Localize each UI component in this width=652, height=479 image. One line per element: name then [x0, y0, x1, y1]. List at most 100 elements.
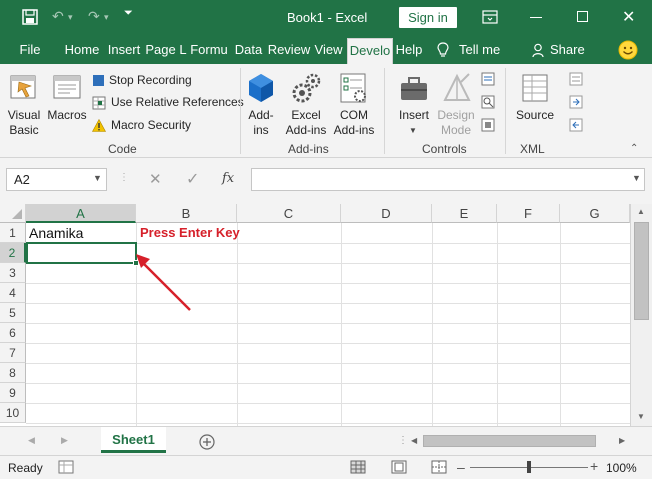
insert-function-icon[interactable]: fx — [222, 171, 234, 186]
source-button[interactable]: Source — [511, 70, 559, 132]
zoom-in-icon[interactable]: + — [590, 458, 598, 474]
sign-in-button[interactable]: Sign in — [399, 7, 457, 28]
scroll-sheet-left-icon[interactable]: ◀ — [28, 435, 35, 446]
row-header-1[interactable]: 1 — [0, 223, 26, 243]
macro-security-button[interactable]: Macro Security — [92, 118, 240, 134]
view-code-icon[interactable] — [481, 95, 495, 109]
map-properties-icon[interactable] — [569, 72, 583, 86]
zoom-slider-thumb[interactable] — [527, 461, 531, 473]
redo-dropdown-icon[interactable]: ▾ — [104, 12, 109, 23]
expand-formula-bar-icon[interactable]: ▼ — [632, 173, 641, 183]
column-header-e[interactable]: E — [432, 204, 497, 223]
undo-dropdown-icon[interactable]: ▾ — [68, 12, 73, 23]
warning-icon — [92, 119, 106, 132]
row-header-6[interactable]: 6 — [0, 323, 26, 343]
row-header-5[interactable]: 5 — [0, 303, 26, 323]
sheet-tab-sheet1[interactable]: Sheet1 — [101, 427, 166, 453]
group-separator — [384, 68, 385, 154]
vertical-scroll-thumb[interactable] — [634, 222, 649, 320]
scroll-right-icon[interactable]: ▶ — [619, 436, 625, 445]
minimize-icon[interactable] — [530, 17, 542, 18]
toolbox-icon — [401, 77, 427, 100]
tab-view[interactable]: View — [312, 36, 345, 64]
scroll-left-icon[interactable]: ◀ — [411, 436, 417, 445]
new-sheet-icon[interactable] — [199, 434, 215, 450]
row-header-2[interactable]: 2 — [0, 243, 26, 263]
formula-bar-grip-icon: ⋮ — [119, 172, 129, 183]
column-header-f[interactable]: F — [497, 204, 560, 223]
tab-insert[interactable]: Insert — [105, 36, 143, 64]
run-dialog-icon[interactable] — [481, 118, 495, 132]
design-mode-button[interactable]: Design Mode — [435, 70, 477, 140]
tab-help[interactable]: Help — [394, 36, 424, 64]
row-header-10[interactable]: 10 — [0, 403, 26, 423]
com-add-ins-button[interactable]: COM Add-ins — [330, 70, 378, 140]
row-header-9[interactable]: 9 — [0, 383, 26, 403]
cell-a1[interactable]: Anamika — [29, 225, 83, 241]
design-mode-label-1: Design — [437, 108, 475, 122]
column-header-b[interactable]: B — [136, 204, 237, 223]
normal-view-icon[interactable] — [350, 460, 366, 474]
column-header-c[interactable]: C — [237, 204, 341, 223]
row-header-8[interactable]: 8 — [0, 363, 26, 383]
stop-recording-button[interactable]: Stop Recording — [92, 73, 240, 89]
select-all-corner[interactable] — [0, 204, 26, 223]
design-mode-icon — [443, 73, 471, 101]
import-icon[interactable] — [569, 95, 583, 109]
accessibility-sheet-icon[interactable] — [58, 460, 74, 474]
cancel-entry-icon[interactable]: ✕ — [149, 170, 162, 188]
row-header-7[interactable]: 7 — [0, 343, 26, 363]
gridline — [560, 223, 561, 426]
scroll-down-icon[interactable]: ▼ — [637, 412, 645, 421]
save-icon[interactable] — [22, 9, 38, 25]
tab-developer[interactable]: Develo — [347, 38, 393, 64]
active-cell-a2[interactable] — [26, 242, 137, 264]
redo-icon[interactable]: ↷ — [88, 8, 100, 25]
share-button[interactable]: Share — [550, 36, 586, 64]
tab-file[interactable]: File — [10, 36, 50, 64]
export-icon[interactable] — [569, 118, 583, 132]
tab-split-grip-icon[interactable]: ⋮ — [398, 435, 408, 446]
tell-me-box[interactable]: Tell me — [459, 36, 509, 64]
tab-home[interactable]: Home — [60, 36, 104, 64]
close-icon[interactable]: ✕ — [622, 7, 635, 27]
customize-qat-icon[interactable]: ⏷ — [124, 7, 133, 20]
macros-button[interactable]: Macros — [46, 70, 88, 130]
zoom-level[interactable]: 100% — [606, 461, 637, 475]
vertical-scrollbar[interactable]: ▲ ▼ — [630, 204, 652, 426]
scroll-sheet-right-icon[interactable]: ▶ — [61, 435, 68, 446]
column-header-d[interactable]: D — [341, 204, 432, 223]
add-ins-button[interactable]: Add- ins — [243, 70, 279, 140]
worksheet-grid[interactable]: A B C D E F G 1 2 3 4 5 6 7 8 9 10 Anami… — [0, 204, 630, 426]
horizontal-scroll-thumb[interactable] — [423, 435, 596, 447]
properties-icon[interactable] — [481, 72, 495, 86]
row-header-3[interactable]: 3 — [0, 263, 26, 283]
zoom-out-icon[interactable]: – — [457, 459, 465, 475]
tab-data[interactable]: Data — [231, 36, 266, 64]
column-header-g[interactable]: G — [560, 204, 630, 223]
insert-control-button[interactable]: Insert ▼ — [393, 70, 435, 135]
ribbon-display-options-icon[interactable] — [482, 10, 498, 24]
confirm-entry-icon[interactable]: ✓ — [186, 169, 199, 189]
tab-formulas[interactable]: Formu — [188, 36, 230, 64]
row-header-4[interactable]: 4 — [0, 283, 26, 303]
scroll-up-icon[interactable]: ▲ — [637, 207, 645, 216]
undo-icon[interactable]: ↶ — [52, 8, 64, 25]
tab-review[interactable]: Review — [267, 36, 311, 64]
visual-basic-button[interactable]: Visual Basic — [4, 70, 44, 146]
status-ready: Ready — [8, 461, 43, 475]
excel-add-ins-button[interactable]: Excel Add-ins — [282, 70, 330, 140]
tab-page-layout[interactable]: Page L — [144, 36, 188, 64]
name-box-dropdown-icon[interactable]: ▼ — [93, 173, 102, 183]
insert-control-label: Insert — [398, 108, 429, 122]
column-header-a[interactable]: A — [26, 204, 136, 223]
page-break-view-icon[interactable] — [431, 460, 447, 474]
maximize-icon[interactable] — [577, 11, 588, 22]
page-layout-view-icon[interactable] — [391, 460, 407, 474]
smiley-feedback-icon[interactable] — [618, 40, 638, 60]
collapse-ribbon-icon[interactable]: ⌃ — [630, 143, 638, 154]
relative-references-button[interactable]: Use Relative References — [92, 95, 244, 111]
formula-input[interactable] — [251, 168, 645, 191]
name-box[interactable]: A2 — [6, 168, 107, 191]
gridline — [26, 343, 630, 344]
